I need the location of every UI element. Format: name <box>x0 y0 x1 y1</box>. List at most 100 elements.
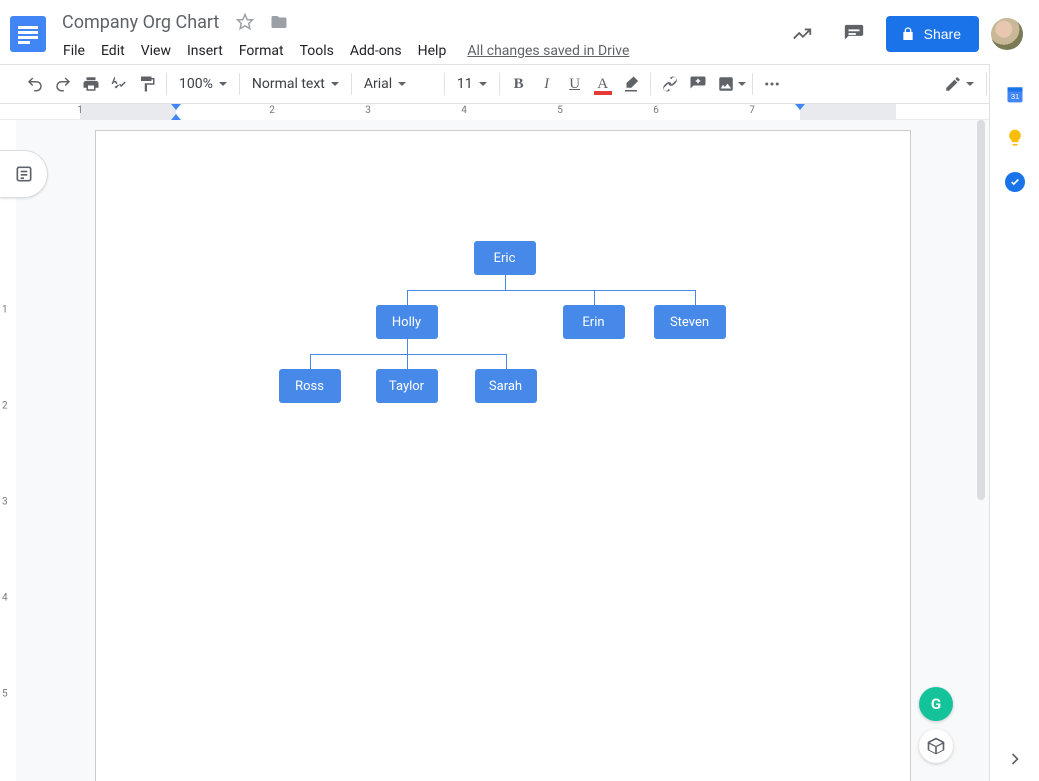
underline-button[interactable]: U <box>562 71 588 97</box>
italic-button[interactable]: I <box>534 71 560 97</box>
menu-insert[interactable]: Insert <box>180 39 230 63</box>
insert-link-button[interactable] <box>657 71 683 97</box>
app-header: Company Org Chart File Edit View Insert … <box>0 0 1039 64</box>
zoom-select[interactable]: 100% <box>173 71 233 97</box>
explore-button[interactable] <box>919 729 953 763</box>
docs-logo[interactable] <box>8 8 48 60</box>
org-connector <box>310 354 311 369</box>
org-node-label: Eric <box>494 251 516 266</box>
document-title[interactable]: Company Org Chart <box>56 10 225 35</box>
underline-icon: U <box>569 76 580 93</box>
ruler-number: 2 <box>269 105 275 116</box>
undo-button[interactable] <box>22 71 48 97</box>
org-connector <box>594 290 595 305</box>
paragraph-style-select[interactable]: Normal text <box>246 71 345 97</box>
org-connector <box>407 290 408 305</box>
org-connector <box>407 290 695 291</box>
document-page[interactable]: Eric Holly Erin Steven <box>95 130 911 781</box>
menu-tools[interactable]: Tools <box>293 39 341 63</box>
org-node[interactable]: Sarah <box>475 369 537 403</box>
page-scroll-area[interactable]: Eric Holly Erin Steven <box>16 120 989 781</box>
menu-edit[interactable]: Edit <box>94 39 132 63</box>
grammarly-button[interactable]: G <box>919 687 953 721</box>
separator <box>986 73 987 95</box>
org-connector <box>407 354 408 369</box>
lock-icon <box>900 26 916 42</box>
first-line-indent-marker[interactable] <box>171 104 181 110</box>
insert-comment-button[interactable] <box>685 71 711 97</box>
italic-icon: I <box>544 76 549 93</box>
outline-toggle-button[interactable] <box>0 150 48 198</box>
bold-button[interactable]: B <box>506 71 532 97</box>
title-row: Company Org Chart <box>56 8 782 36</box>
org-node[interactable]: Holly <box>376 305 438 339</box>
activity-icon[interactable] <box>782 14 822 54</box>
docs-logo-icon <box>10 16 46 52</box>
org-node-label: Steven <box>670 315 709 330</box>
side-panel-expand-button[interactable] <box>990 749 1039 769</box>
share-label: Share <box>924 26 961 42</box>
bold-icon: B <box>514 76 524 93</box>
org-node[interactable]: Erin <box>563 305 625 339</box>
org-connector <box>310 354 506 355</box>
more-button[interactable] <box>759 71 785 97</box>
save-status[interactable]: All changes saved in Drive <box>467 43 629 59</box>
share-button[interactable]: Share <box>886 16 979 52</box>
account-avatar[interactable] <box>991 18 1023 50</box>
text-color-button[interactable]: A <box>590 71 616 97</box>
chevron-down-icon <box>479 82 487 86</box>
chevron-down-icon <box>219 82 227 86</box>
chevron-down-icon <box>738 82 746 86</box>
org-connector <box>506 354 507 369</box>
org-node-label: Taylor <box>389 379 424 394</box>
right-indent-marker[interactable] <box>795 104 805 110</box>
horizontal-ruler[interactable]: 1 2 3 4 5 6 7 <box>0 104 989 120</box>
org-node-root[interactable]: Eric <box>474 241 536 275</box>
org-node[interactable]: Taylor <box>376 369 438 403</box>
calendar-icon[interactable]: 31 <box>1005 84 1025 104</box>
menu-addons[interactable]: Add-ons <box>343 39 409 63</box>
workspace: 1 2 3 4 5 6 7 1 2 3 4 5 Eric <box>0 104 989 781</box>
redo-button[interactable] <box>50 71 76 97</box>
star-icon[interactable] <box>231 8 259 36</box>
paint-format-button[interactable] <box>134 71 160 97</box>
menu-file[interactable]: File <box>56 39 92 63</box>
print-button[interactable] <box>78 71 104 97</box>
ruler-number: 3 <box>365 105 371 116</box>
ruler-number: 5 <box>557 105 563 116</box>
grammarly-icon: G <box>931 695 941 713</box>
tasks-icon[interactable] <box>1005 172 1025 192</box>
insert-image-button[interactable] <box>713 71 746 97</box>
side-panel: 31 <box>989 64 1039 781</box>
chevron-down-icon <box>398 82 406 86</box>
menubar: File Edit View Insert Format Tools Add-o… <box>56 36 782 64</box>
scrollbar[interactable] <box>977 120 985 500</box>
ruler-number: 6 <box>653 105 659 116</box>
menu-view[interactable]: View <box>134 39 178 63</box>
separator <box>166 73 167 95</box>
font-size-select[interactable]: 11 <box>451 71 493 97</box>
org-node-label: Ross <box>295 379 324 394</box>
comments-icon[interactable] <box>834 14 874 54</box>
org-node-label: Sarah <box>489 379 522 394</box>
chevron-down-icon <box>966 82 974 86</box>
separator <box>752 73 753 95</box>
header-right: Share <box>782 8 1031 54</box>
spellcheck-button[interactable] <box>106 71 132 97</box>
org-node[interactable]: Steven <box>654 305 726 339</box>
org-node[interactable]: Ross <box>279 369 341 403</box>
menu-help[interactable]: Help <box>411 39 454 63</box>
separator <box>650 73 651 95</box>
editing-mode-button[interactable] <box>940 71 978 97</box>
title-area: Company Org Chart File Edit View Insert … <box>48 8 782 64</box>
separator <box>351 73 352 95</box>
move-folder-icon[interactable] <box>265 8 293 36</box>
vertical-ruler[interactable]: 1 2 3 4 5 <box>0 120 16 781</box>
keep-icon[interactable] <box>1005 128 1025 148</box>
menu-format[interactable]: Format <box>232 39 291 63</box>
font-family-select[interactable]: Arial <box>358 71 438 97</box>
org-connector <box>695 290 696 305</box>
highlight-color-button[interactable] <box>618 71 644 97</box>
org-node-label: Holly <box>392 315 421 330</box>
ruler-number: 1 <box>77 105 83 116</box>
